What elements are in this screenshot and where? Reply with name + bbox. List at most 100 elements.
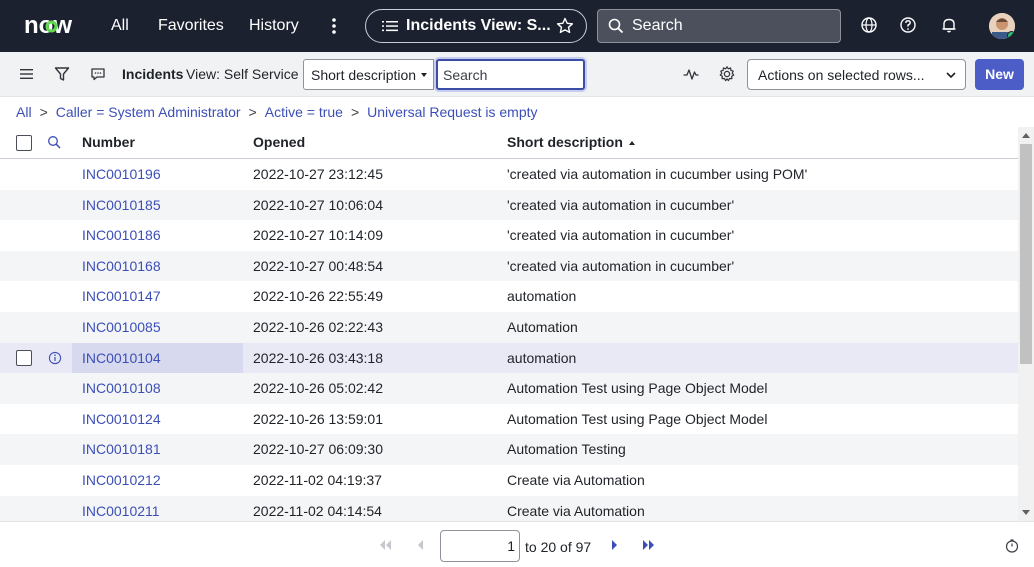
table-row[interactable]: INC0010211 2022-11-02 04:14:54 Create via … xyxy=(0,495,1018,521)
chevron-down-icon xyxy=(946,72,956,79)
first-page-icon[interactable] xyxy=(378,539,392,551)
short-description-cell: 'created via automation in cucumber usin… xyxy=(507,166,808,182)
scroll-down-arrow-icon[interactable] xyxy=(1022,510,1030,515)
chat-bubble-icon[interactable] xyxy=(89,65,107,83)
last-page-icon[interactable] xyxy=(642,539,656,551)
table-row[interactable]: INC0010168 2022-10-27 00:48:54 'created vi… xyxy=(0,250,1018,282)
breadcrumb-caller[interactable]: Caller = System Administrator xyxy=(56,104,241,120)
favorite-star-icon[interactable] xyxy=(556,17,574,35)
list-view-label: View: Self Service xyxy=(186,66,299,82)
column-header-number[interactable]: Number xyxy=(82,134,135,150)
nav-link-all[interactable]: All xyxy=(111,17,129,35)
globe-icon[interactable] xyxy=(860,16,878,34)
page-number-input[interactable] xyxy=(441,531,519,561)
short-description-cell: Automation Test using Page Object Model xyxy=(507,410,768,427)
help-icon[interactable] xyxy=(899,16,917,34)
short-description-cell: automation xyxy=(507,288,577,305)
select-all-checkbox[interactable] xyxy=(16,135,32,151)
servicenow-logo[interactable]: now xyxy=(24,14,82,38)
opened-cell: 2022-10-26 13:59:01 xyxy=(253,410,383,427)
search-field-select[interactable]: Short description xyxy=(303,59,434,90)
table-row[interactable]: INC0010147 2022-10-26 22:55:49 automation xyxy=(0,281,1018,312)
breadcrumb-separator: > xyxy=(248,104,257,120)
pagination-footer: to 20 of 97 xyxy=(0,521,1034,567)
column-search-icon[interactable] xyxy=(47,135,62,150)
nav-link-history[interactable]: History xyxy=(249,17,299,35)
user-avatar[interactable] xyxy=(989,13,1015,39)
response-time-clock-icon[interactable] xyxy=(1005,539,1019,553)
column-header-opened[interactable]: Opened xyxy=(253,134,305,150)
short-description-cell: Automation xyxy=(507,319,578,335)
context-pill-label: Incidents View: S... xyxy=(406,17,551,34)
table-row[interactable]: INC0010085 2022-10-26 02:22:43 Automation xyxy=(0,312,1018,343)
table-row[interactable]: INC0010108 2022-10-26 05:02:42 Automation … xyxy=(0,373,1018,404)
page-number-field[interactable] xyxy=(440,530,520,562)
short-description-cell: Create via Automation xyxy=(507,472,645,488)
table-row[interactable]: INC0010104 2022-10-26 03:43:18 automation xyxy=(0,342,1018,374)
opened-cell: 2022-10-27 23:12:45 xyxy=(253,166,383,182)
list-search[interactable] xyxy=(436,59,585,90)
short-description-cell: Automation Testing xyxy=(507,441,626,458)
breadcrumb: All > Caller = System Administrator > Active… xyxy=(16,104,538,120)
table-row[interactable]: INC0010124 2022-10-26 13:59:01 Automation … xyxy=(0,404,1018,435)
notifications-bell-icon[interactable] xyxy=(940,16,958,34)
incident-list-table: Number Opened Short description INC00101… xyxy=(0,127,1018,521)
global-search[interactable] xyxy=(597,9,841,43)
incident-number-link[interactable]: INC0010108 xyxy=(82,380,161,396)
opened-cell: 2022-11-02 04:19:37 xyxy=(253,472,382,488)
page-range-text: to 20 of 97 xyxy=(525,539,592,555)
incident-number-link[interactable]: INC0010124 xyxy=(82,411,161,427)
info-icon[interactable] xyxy=(48,351,62,365)
incident-number-link[interactable]: INC0010186 xyxy=(82,227,161,243)
incident-number-link[interactable]: INC0010211 xyxy=(82,503,160,519)
incident-number-link[interactable]: INC0010147 xyxy=(82,288,161,304)
breadcrumb-all[interactable]: All xyxy=(16,104,32,120)
short-description-cell: 'created via automation in cucumber' xyxy=(507,196,735,213)
table-row[interactable]: INC0010196 2022-10-27 23:12:45 'created vi… xyxy=(0,159,1018,190)
table-row[interactable]: INC0010181 2022-10-27 06:09:30 Automation … xyxy=(0,434,1018,465)
table-row[interactable]: INC0010212 2022-11-02 04:19:37 Create via … xyxy=(0,465,1018,496)
opened-cell: 2022-10-27 10:06:04 xyxy=(253,196,383,213)
global-search-input[interactable] xyxy=(632,17,822,35)
list-title: Incidents xyxy=(122,66,184,82)
scroll-up-arrow-icon[interactable] xyxy=(1022,133,1030,138)
more-menu-icon[interactable] xyxy=(326,14,342,38)
scrollbar-thumb[interactable] xyxy=(1020,144,1032,364)
incident-number-link[interactable]: INC0010104 xyxy=(82,350,161,366)
nav-link-favorites[interactable]: Favorites xyxy=(158,17,224,35)
sort-ascending-icon xyxy=(628,141,635,145)
incident-number-link[interactable]: INC0010185 xyxy=(82,197,161,213)
list-icon xyxy=(382,21,398,32)
actions-on-selected-rows-select[interactable]: Actions on selected rows... xyxy=(747,59,966,90)
activity-pulse-icon[interactable] xyxy=(682,65,700,83)
incident-number-link[interactable]: INC0010181 xyxy=(82,441,161,457)
breadcrumb-active[interactable]: Active = true xyxy=(265,104,343,120)
list-search-input[interactable] xyxy=(438,61,583,88)
hamburger-menu-icon[interactable] xyxy=(18,65,36,83)
row-checkbox[interactable] xyxy=(16,349,32,366)
incident-number-link[interactable]: INC0010196 xyxy=(82,166,161,182)
context-pill[interactable]: Incidents View: S... xyxy=(365,9,587,43)
column-header-short-description-label: Short description xyxy=(507,134,623,150)
table-row[interactable]: INC0010185 2022-10-27 10:06:04 'created vi… xyxy=(0,189,1018,221)
incident-number-link[interactable]: INC0010168 xyxy=(82,258,161,274)
opened-cell: 2022-10-27 00:48:54 xyxy=(253,257,383,274)
breadcrumb-universal-request[interactable]: Universal Request is empty xyxy=(367,104,537,120)
previous-page-icon[interactable] xyxy=(414,539,428,551)
next-page-icon[interactable] xyxy=(607,539,621,551)
incident-number-link[interactable]: INC0010085 xyxy=(82,319,161,335)
filter-icon[interactable] xyxy=(53,65,71,83)
list-header-bar: Incidents View: Self Service Short descr… xyxy=(0,52,1034,97)
top-navigation-bar: now All Favorites History Incidents View… xyxy=(0,0,1034,52)
search-icon xyxy=(608,18,624,34)
gear-icon[interactable] xyxy=(718,65,736,83)
opened-cell: 2022-10-26 02:22:43 xyxy=(253,319,383,335)
new-button[interactable]: New xyxy=(975,59,1024,90)
caret-down-icon xyxy=(421,73,427,77)
vertical-scrollbar[interactable] xyxy=(1018,127,1034,521)
incident-number-link[interactable]: INC0010212 xyxy=(82,472,161,488)
column-header-short-description[interactable]: Short description xyxy=(507,134,635,150)
table-row[interactable]: INC0010186 2022-10-27 10:14:09 'created vi… xyxy=(0,220,1018,251)
short-description-cell: automation xyxy=(507,349,577,366)
opened-cell: 2022-10-26 22:55:49 xyxy=(253,288,383,305)
